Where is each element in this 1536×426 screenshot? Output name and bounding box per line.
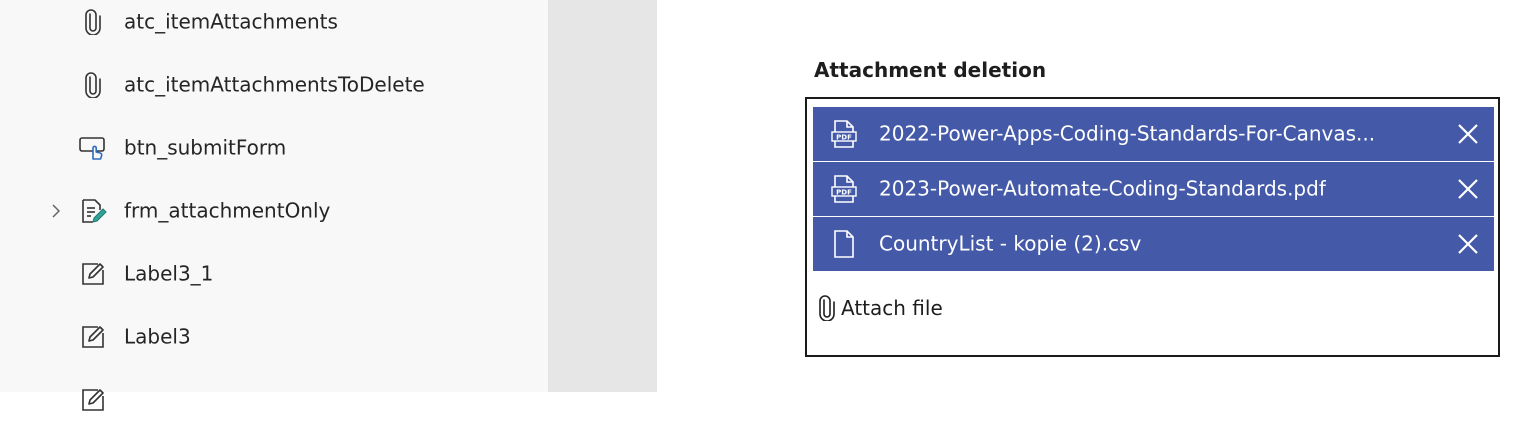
label-icon — [78, 259, 108, 289]
button-icon — [78, 133, 108, 163]
tree-item-atc-itemattachmentstodelete[interactable]: atc_itemAttachmentsToDelete — [0, 59, 548, 111]
close-icon[interactable] — [1454, 175, 1482, 203]
svg-text:PDF: PDF — [836, 134, 852, 142]
attachment-filename[interactable]: 2023-Power-Automate-Coding-Standards.pdf — [879, 177, 1326, 201]
attachment-item[interactable]: CountryList - kopie (2).csv — [813, 217, 1494, 271]
tree-item-label3[interactable]: Label3 — [0, 311, 548, 363]
tree-item-label: atc_itemAttachmentsToDelete — [124, 72, 425, 97]
file-icon — [829, 229, 859, 259]
pdf-file-icon: PDF — [829, 119, 859, 149]
tree-item-atc-itemattachments[interactable]: atc_itemAttachments — [0, 0, 548, 48]
attachment-item[interactable]: PDF 2023-Power-Automate-Coding-Standards… — [813, 162, 1494, 216]
chevron-right-icon[interactable] — [48, 203, 64, 219]
svg-text:PDF: PDF — [836, 189, 852, 197]
pdf-file-icon: PDF — [829, 174, 859, 204]
paperclip-icon — [78, 7, 108, 37]
tree-view-panel: atc_itemAttachments atc_itemAttachmentsT… — [0, 0, 549, 411]
tree-item-label: Label3 — [124, 324, 191, 349]
tree-item-label: atc_itemAttachments — [124, 9, 338, 34]
label-icon — [78, 385, 108, 415]
attach-file-button[interactable]: Attach file — [819, 292, 943, 324]
canvas-gutter — [549, 0, 657, 392]
attachment-filename[interactable]: 2022-Power-Apps-Coding-Standards-For-Can… — [879, 122, 1375, 146]
section-title: Attachment deletion — [814, 58, 1047, 82]
tree-item-partial[interactable] — [0, 374, 548, 426]
label-icon — [78, 322, 108, 352]
form-icon — [78, 196, 108, 226]
attach-file-label: Attach file — [841, 296, 943, 320]
tree-item-label: btn_submitForm — [124, 135, 287, 160]
attachment-item[interactable]: PDF 2022-Power-Apps-Coding-Standards-For… — [813, 107, 1494, 161]
close-icon[interactable] — [1454, 230, 1482, 258]
tree-item-frm-attachmentonly[interactable]: frm_attachmentOnly — [0, 185, 548, 237]
tree-item-label: frm_attachmentOnly — [124, 198, 331, 223]
attachment-filename[interactable]: CountryList - kopie (2).csv — [879, 232, 1141, 256]
tree-item-btn-submitform[interactable]: btn_submitForm — [0, 122, 548, 174]
paperclip-icon — [819, 295, 835, 321]
tree-item-label3-1[interactable]: Label3_1 — [0, 248, 548, 300]
close-icon[interactable] — [1454, 120, 1482, 148]
paperclip-icon — [78, 70, 108, 100]
tree-item-label: Label3_1 — [124, 261, 214, 286]
